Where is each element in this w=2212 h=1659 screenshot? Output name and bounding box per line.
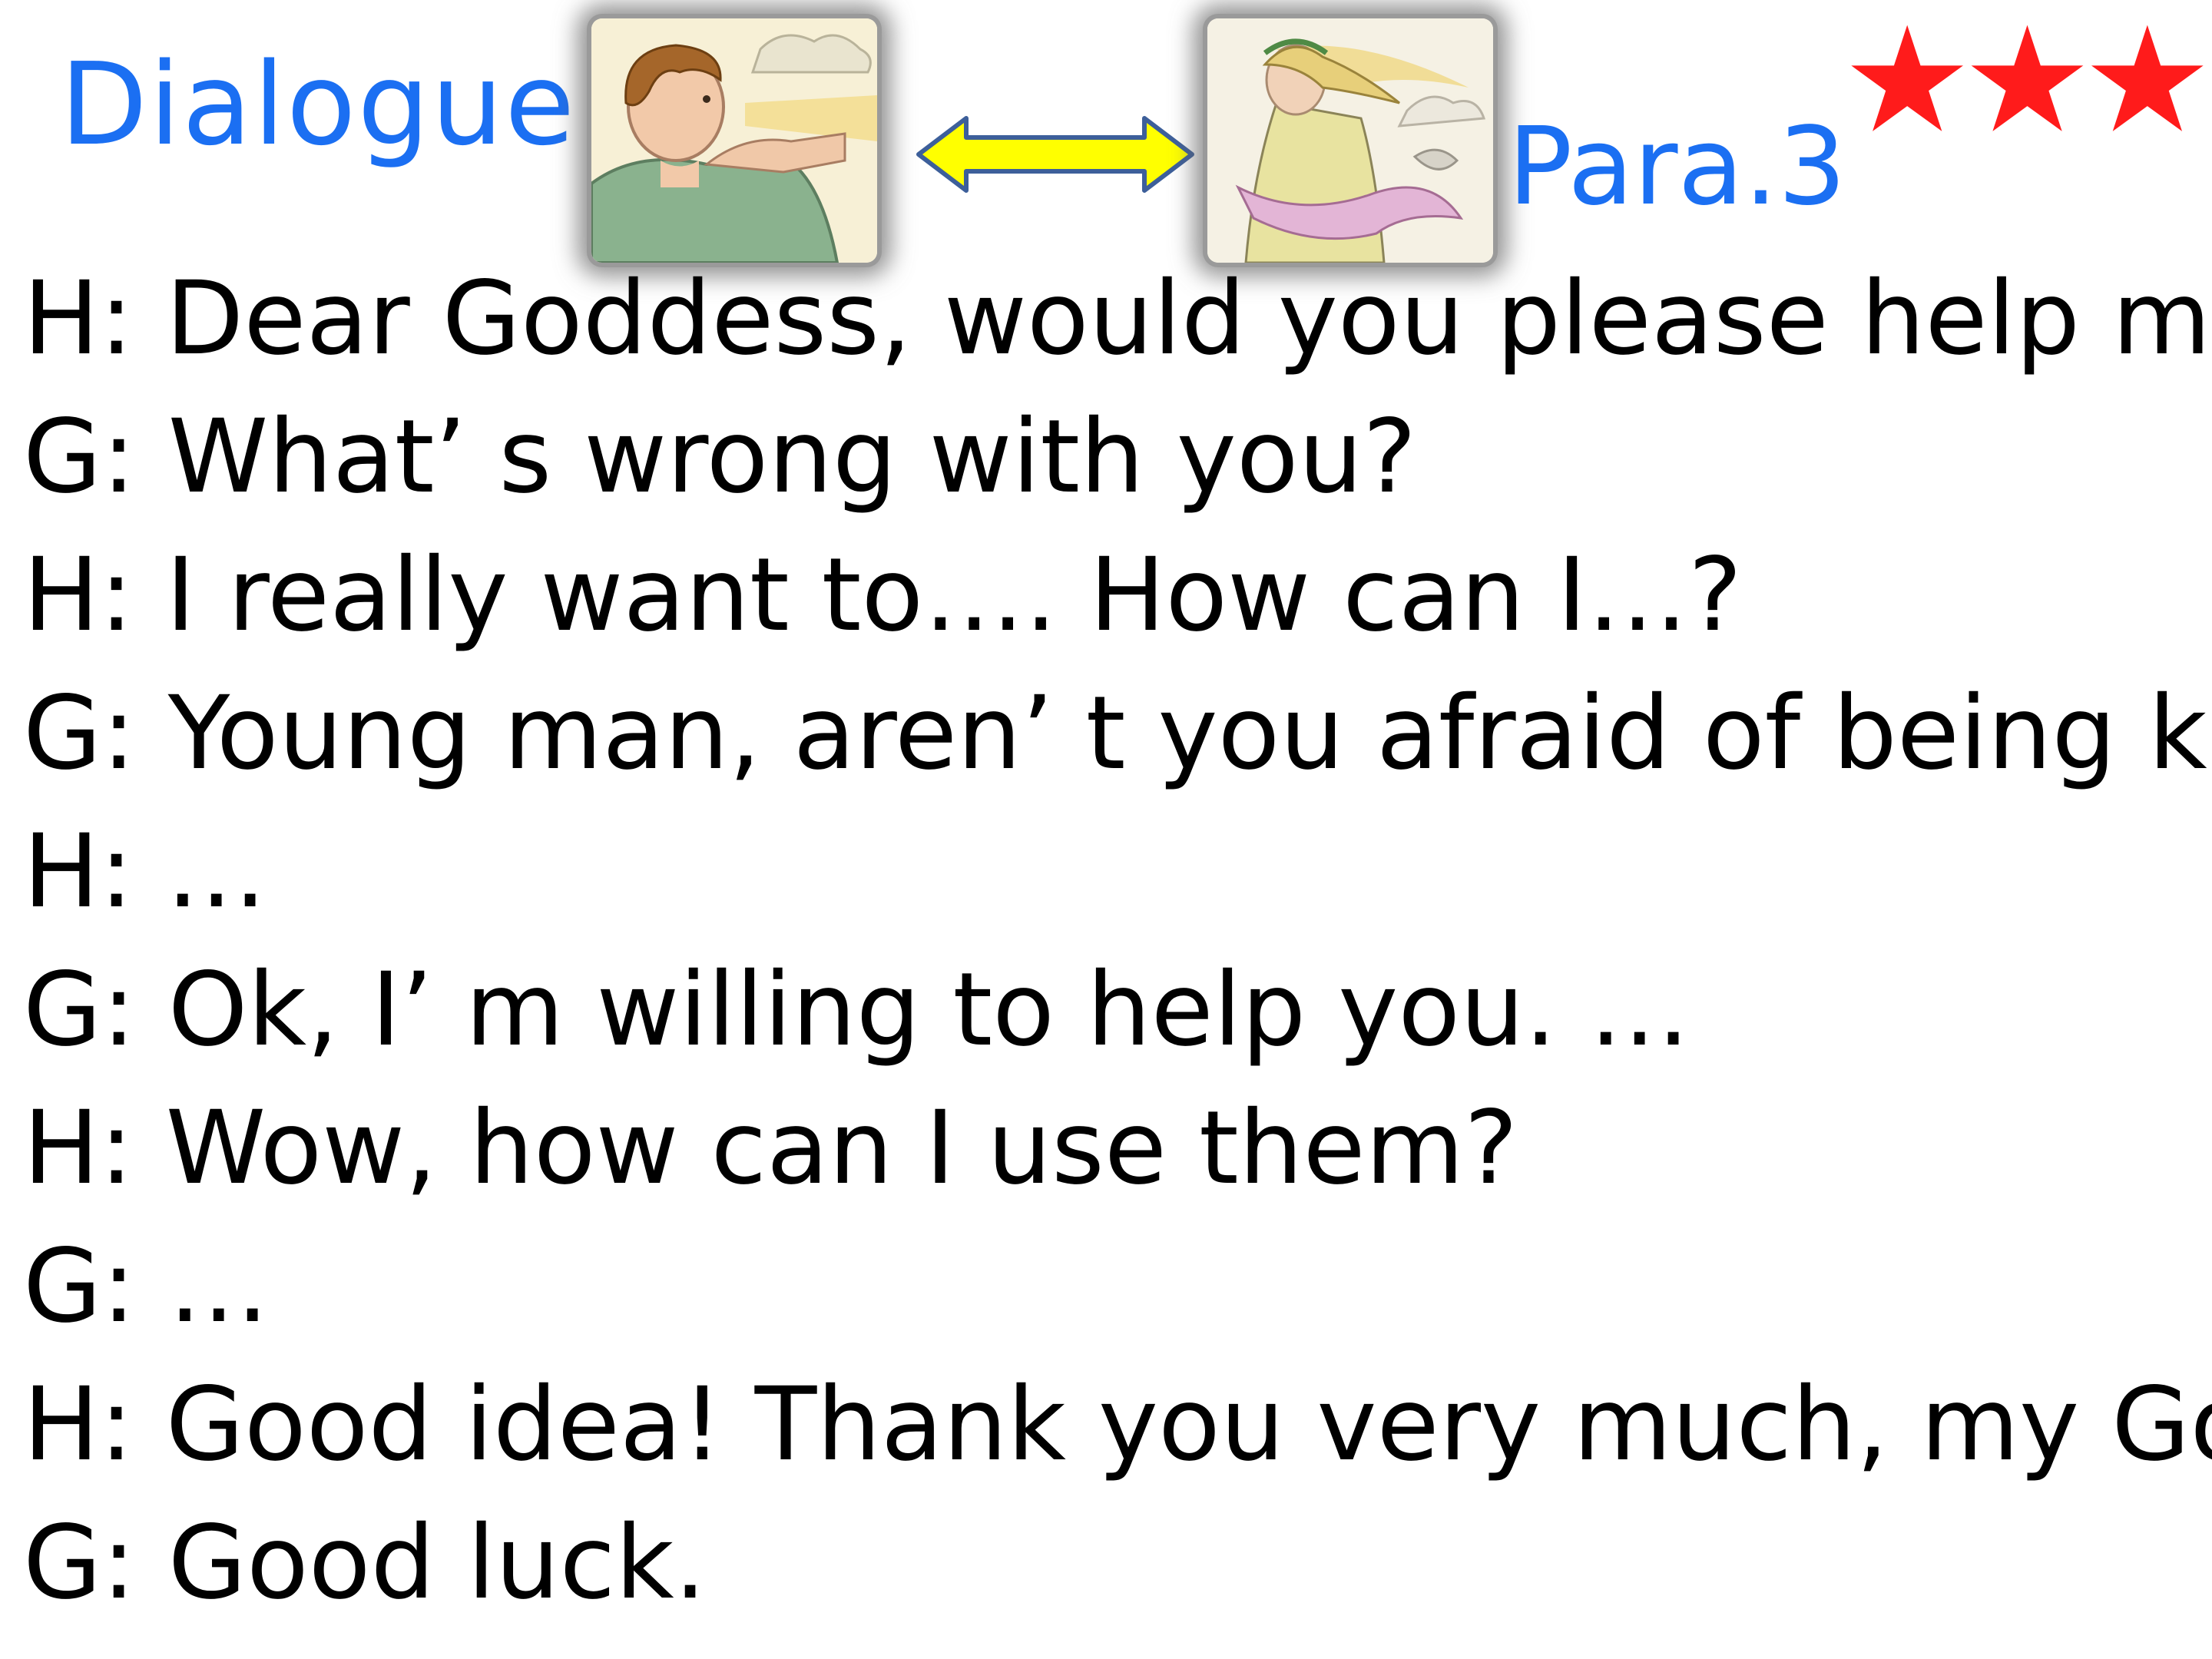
dialogue-line: H: … bbox=[23, 813, 267, 931]
title-word: Dialogue bbox=[60, 38, 577, 171]
dialogue-line: H: I really want to…. How can I…? bbox=[23, 536, 1743, 654]
dialogue-line: H: Wow, how can I use them? bbox=[23, 1089, 1518, 1207]
slide: Dialogue2 bbox=[0, 0, 2212, 1659]
difficulty-stars: ★★★ bbox=[1842, 0, 2212, 165]
dialogue-line: G: Ok, I’ m willing to help you. … bbox=[23, 951, 1690, 1069]
dialogue-line: G: Young man, aren’ t you afraid of bein… bbox=[23, 674, 2212, 793]
double-arrow-icon bbox=[912, 112, 1198, 197]
dialogue-list: H: Dear Goddess, would you please help m… bbox=[23, 250, 2212, 1632]
hermes-image bbox=[591, 18, 877, 263]
dialogue-line: H: Dear Goddess, would you please help m… bbox=[23, 260, 2212, 378]
paragraph-label: Para.3 bbox=[1508, 104, 1846, 230]
goddess-image bbox=[1207, 18, 1493, 263]
dialogue-line: G: … bbox=[23, 1227, 270, 1346]
dialogue-line: G: Good luck. bbox=[23, 1504, 707, 1622]
hermes-illustration bbox=[591, 18, 877, 263]
goddess-illustration bbox=[1207, 18, 1493, 263]
dialogue-line: G: What’ s wrong with you? bbox=[23, 398, 1417, 516]
dialogue-line: H: Good idea! Thank you very much, my Go… bbox=[23, 1366, 2212, 1484]
